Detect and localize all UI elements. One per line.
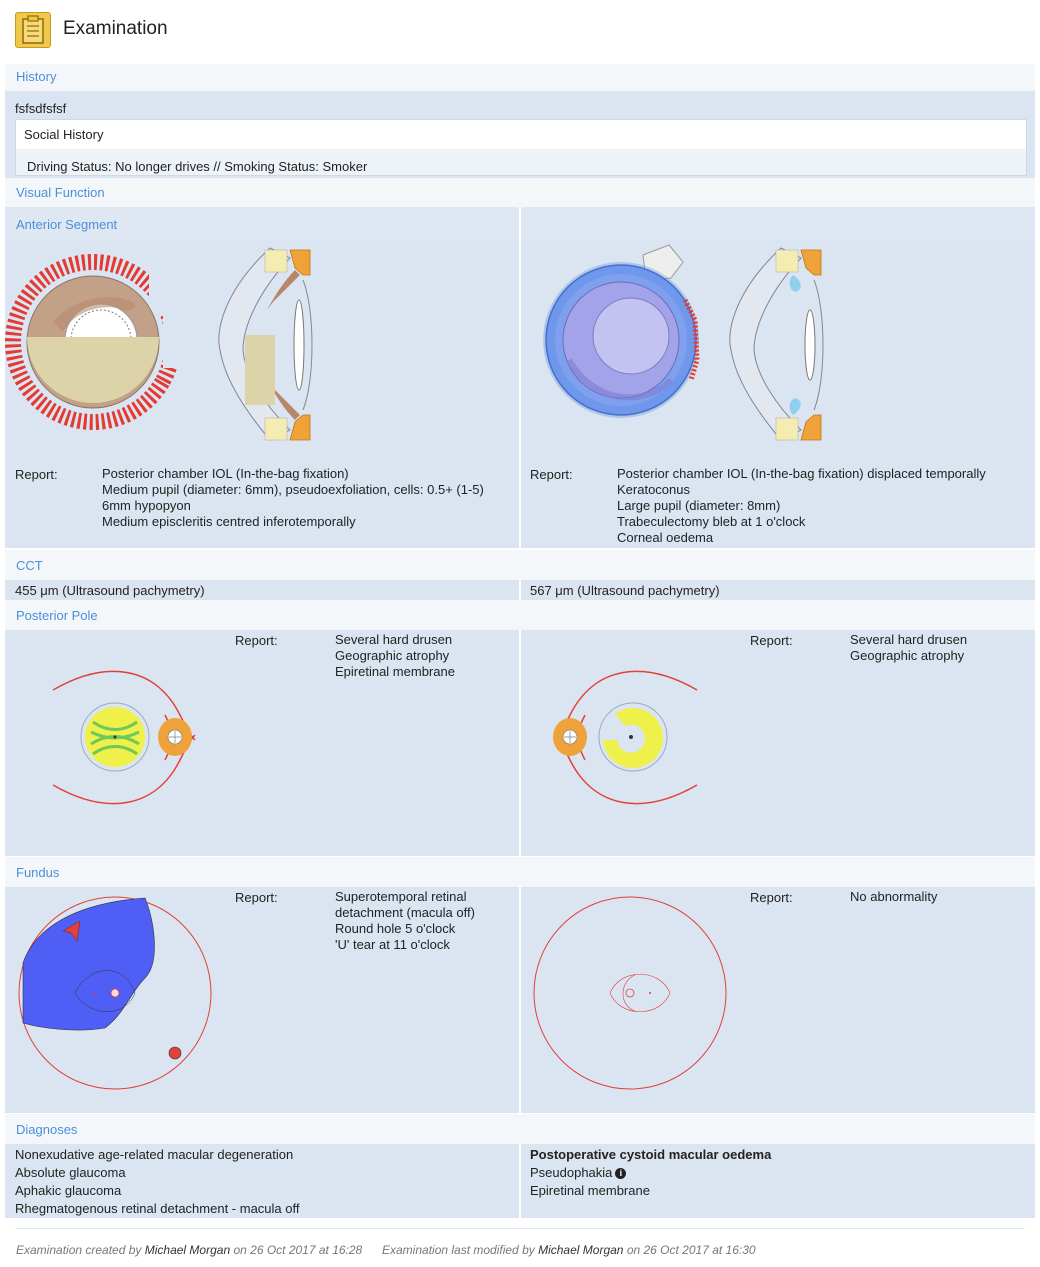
diagnoses-right-list: Nonexudative age-related macular degener… (15, 1146, 299, 1218)
fundus-left-report-label: Report: (750, 890, 793, 905)
diagnosis-item: Rhegmatogenous retinal detachment - macu… (15, 1201, 300, 1216)
diagnosis-item: Epiretinal membrane (530, 1183, 650, 1198)
posterior-right-drawing[interactable] (45, 670, 205, 805)
report-line: Posterior chamber IOL (In-the-bag fixati… (617, 466, 986, 481)
fundus-right-report-label: Report: (235, 890, 278, 905)
info-icon[interactable]: i (615, 1168, 627, 1179)
posterior-right-report: Several hard drusen Geographic atrophy E… (335, 632, 455, 680)
anterior-left-report: Posterior chamber IOL (In-the-bag fixati… (617, 466, 986, 546)
fundus-left-report: No abnormality (850, 889, 937, 905)
modified-by: Michael Morgan (538, 1243, 624, 1257)
created-by: Michael Morgan (144, 1243, 231, 1257)
diagnoses-header (5, 1114, 1035, 1144)
report-line: detachment (macula off) (335, 905, 475, 920)
anterior-left-report-label: Report: (530, 467, 573, 482)
fundus-header (5, 857, 1035, 887)
social-history-box: Social History Driving Status: No longer… (15, 119, 1027, 176)
report-line: Epiretinal membrane (335, 664, 455, 679)
report-line: Keratoconus (617, 482, 690, 497)
social-history-title: Social History (24, 127, 104, 142)
history-header (5, 64, 1035, 91)
history-text: fsfsdfsfsf (15, 101, 67, 116)
visual-function-header (5, 178, 1035, 207)
modified-on: on 26 Oct 2017 at 16:30 (626, 1243, 756, 1257)
posterior-left-report: Several hard drusen Geographic atrophy (850, 632, 967, 664)
footer-divider (15, 1228, 1025, 1229)
diagnosis-item: Pseudophakia i (530, 1164, 771, 1182)
history-title[interactable]: History (16, 69, 56, 84)
report-line: Several hard drusen (335, 632, 453, 647)
anterior-right-report-label: Report: (15, 467, 58, 482)
created-prefix: Examination created by (16, 1243, 142, 1257)
report-line: Posterior chamber IOL (In-the-bag fixati… (102, 466, 349, 481)
visual-function-title[interactable]: Visual Function (16, 185, 105, 200)
report-line: Trabeculectomy bleb at 1 o'clock (617, 514, 806, 529)
cct-title[interactable]: CCT (16, 558, 43, 573)
diagnosis-item: Aphakic glaucoma (15, 1183, 122, 1198)
clipboard-icon (15, 12, 51, 48)
footer-modified: Examination last modified by Michael Mor… (382, 1243, 756, 1257)
anterior-segment-title[interactable]: Anterior Segment (16, 217, 117, 232)
fundus-right-drawing[interactable] (15, 893, 215, 1093)
cct-left-value: 567 μm (Ultrasound pachymetry) (530, 583, 720, 598)
diagnosis-item-label: Pseudophakia (530, 1165, 613, 1180)
cct-right-value: 455 μm (Ultrasound pachymetry) (15, 583, 205, 598)
report-line: Several hard drusen (850, 632, 968, 647)
anterior-right-report: Posterior chamber IOL (In-the-bag fixati… (102, 466, 484, 530)
report-line: Geographic atrophy (850, 648, 965, 663)
fundus-right-report: Superotemporal retinal detachment (macul… (335, 889, 475, 953)
anterior-left-drawing[interactable] (521, 240, 841, 450)
fundus-left-drawing[interactable] (530, 893, 730, 1093)
page-title: Examination (63, 18, 168, 39)
modified-prefix: Examination last modified by (382, 1243, 535, 1257)
cct-header (5, 550, 1035, 580)
posterior-pole-header (5, 600, 1035, 630)
report-line: Round hole 5 o'clock (335, 921, 456, 936)
created-on: on 26 Oct 2017 at 16:28 (233, 1243, 363, 1257)
posterior-pole-title[interactable]: Posterior Pole (16, 608, 98, 623)
diagnosis-item: Nonexudative age-related macular degener… (15, 1147, 294, 1162)
report-line: 'U' tear at 11 o'clock (335, 937, 450, 952)
diagnosis-item: Absolute glaucoma (15, 1165, 126, 1180)
report-line: Medium pupil (diameter: 6mm), pseudoexfo… (102, 482, 484, 497)
report-line: 6mm hypopyon (102, 498, 191, 513)
report-line: No abnormality (850, 889, 938, 904)
posterior-left-report-label: Report: (750, 633, 793, 648)
report-line: Superotemporal retinal (335, 889, 467, 904)
anterior-header-left (521, 207, 1035, 239)
report-line: Corneal oedema (617, 530, 714, 545)
report-line: Large pupil (diameter: 8mm) (617, 498, 781, 513)
report-line: Geographic atrophy (335, 648, 450, 663)
report-line: Medium episcleritis centred inferotempor… (102, 514, 356, 529)
social-history-text: Driving Status: No longer drives // Smok… (27, 159, 368, 174)
footer-created: Examination created by Michael Morgan on… (16, 1243, 362, 1257)
diagnosis-item-principal: Postoperative cystoid macular oedema (530, 1147, 772, 1162)
diagnoses-title[interactable]: Diagnoses (16, 1122, 77, 1137)
anterior-right-drawing[interactable] (5, 240, 325, 450)
diagnoses-left-list: Postoperative cystoid macular oedema Pse… (530, 1146, 771, 1200)
posterior-right-report-label: Report: (235, 633, 278, 648)
fundus-title[interactable]: Fundus (16, 865, 59, 880)
posterior-left-drawing[interactable] (545, 670, 705, 805)
